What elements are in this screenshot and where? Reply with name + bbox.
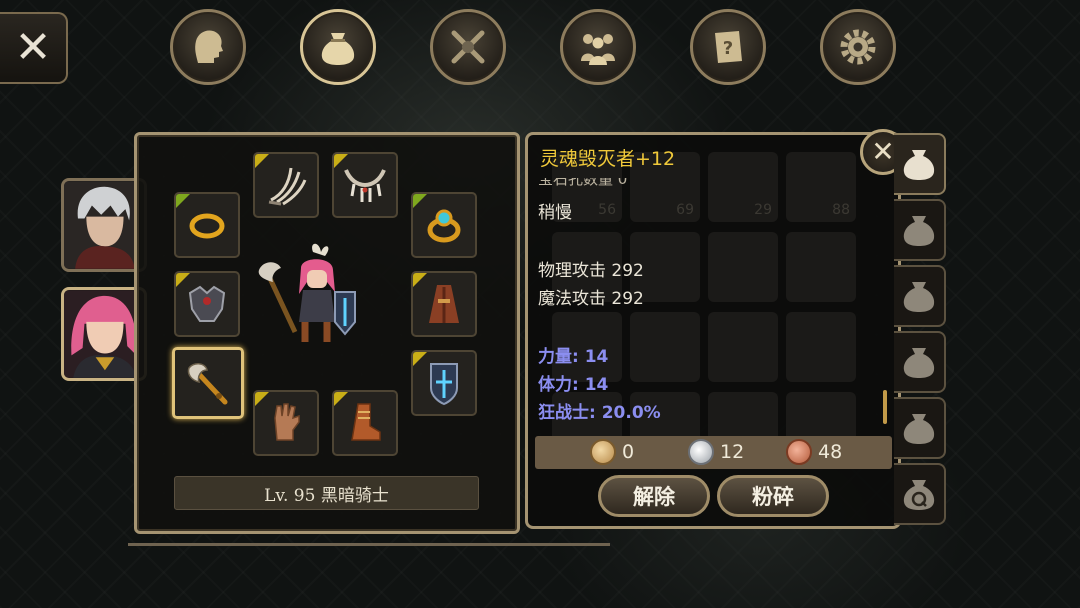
close-menu-button[interactable]: ✕	[0, 12, 68, 84]
cloak-icon	[429, 285, 459, 323]
nav-quests-button[interactable]: ?	[690, 9, 766, 85]
close-icon: ✕	[14, 22, 52, 73]
close-icon: ✕	[871, 135, 895, 168]
bronze-currency: 48	[786, 437, 842, 467]
bag-tab-2[interactable]	[894, 199, 946, 261]
bonus-berserker: 狂战士: 20.0%	[538, 403, 661, 423]
equip-slot-weapon[interactable]	[172, 347, 244, 419]
equip-slot-gloves[interactable]	[253, 390, 319, 456]
equip-slot-helmet[interactable]	[253, 152, 319, 218]
silver-amount: 12	[720, 441, 745, 463]
equip-slot-boots[interactable]	[332, 390, 398, 456]
bag-icon	[903, 282, 935, 312]
scroll-question-icon: ?	[715, 31, 742, 63]
bag-tab-5[interactable]	[894, 397, 946, 459]
item-name: 灵魂毁灭者+12	[540, 148, 676, 170]
bag-icon	[321, 33, 355, 65]
gold-coin-icon	[590, 439, 616, 465]
detail-scrollbar[interactable]	[883, 390, 887, 424]
boot-icon	[351, 403, 381, 441]
silver-coin-icon	[688, 439, 714, 465]
bag-tab-3[interactable]	[894, 265, 946, 327]
ghost-count: 88	[832, 202, 850, 218]
ghost-count: 69	[676, 202, 694, 218]
unequip-button[interactable]: 解除	[598, 475, 710, 517]
nav-settings-button[interactable]	[820, 9, 896, 85]
gold-amount: 0	[622, 441, 635, 463]
quest-bag-icon	[903, 480, 935, 510]
physical-attack: 物理攻击 292	[538, 261, 644, 281]
ghost-count: 29	[754, 202, 772, 218]
equip-slot-cloak[interactable]	[411, 271, 477, 337]
inventory-grid-background: 56 69 29 88	[552, 152, 862, 482]
group-icon	[581, 34, 615, 65]
shield-icon	[430, 363, 458, 406]
top-navigation: ?	[170, 9, 900, 85]
feather-crest-icon	[268, 167, 307, 206]
silver-currency: 12	[688, 437, 744, 467]
crossed-swords-icon	[451, 30, 485, 64]
bronze-coin-icon	[786, 439, 812, 465]
bonus-vitality: 体力: 14	[538, 375, 609, 395]
head-icon	[195, 30, 223, 63]
bag-icon	[903, 216, 935, 246]
nav-inventory-button[interactable]	[300, 9, 376, 85]
gem-ring-icon	[427, 209, 461, 243]
bonus-strength: 力量: 14	[538, 347, 609, 367]
gold-currency: 0	[590, 437, 634, 467]
battle-axe-icon	[187, 363, 228, 405]
bag-tab-1[interactable]	[894, 133, 946, 195]
bag-tab-4[interactable]	[894, 331, 946, 393]
equip-slot-ring-right[interactable]	[411, 192, 477, 258]
svg-text:?: ?	[723, 38, 733, 59]
character-portrait-female	[64, 290, 144, 378]
ghost-count: 56	[598, 202, 616, 218]
character-portrait-male	[64, 181, 144, 269]
smash-button[interactable]: 粉碎	[717, 475, 829, 517]
bag-icon	[903, 150, 935, 180]
bronze-amount: 48	[818, 441, 843, 463]
character-sprite	[258, 243, 356, 342]
item-speed: 稍慢	[538, 203, 572, 223]
bag-icon	[903, 414, 935, 444]
equip-slot-armor[interactable]	[174, 271, 240, 337]
gear-icon	[840, 29, 876, 65]
equip-slot-ring-left[interactable]	[174, 192, 240, 258]
glove-icon	[274, 403, 300, 441]
gold-ring-icon	[189, 213, 225, 239]
equip-slot-shield[interactable]	[411, 350, 477, 416]
fang-necklace-icon	[344, 169, 386, 202]
character-level-class: Lv. 95 黑暗骑士	[174, 476, 479, 510]
bag-icon	[903, 348, 935, 378]
bag-tab-quest[interactable]	[894, 463, 946, 525]
nav-skills-button[interactable]	[430, 9, 506, 85]
equip-slot-necklace[interactable]	[332, 152, 398, 218]
dark-armor-icon	[188, 285, 226, 322]
cut-off-stat-line: 宝石孔数量 0	[538, 178, 628, 188]
magic-attack: 魔法攻击 292	[538, 289, 644, 309]
panel-divider	[128, 543, 610, 546]
nav-character-button[interactable]	[170, 9, 246, 85]
nav-party-button[interactable]	[560, 9, 636, 85]
